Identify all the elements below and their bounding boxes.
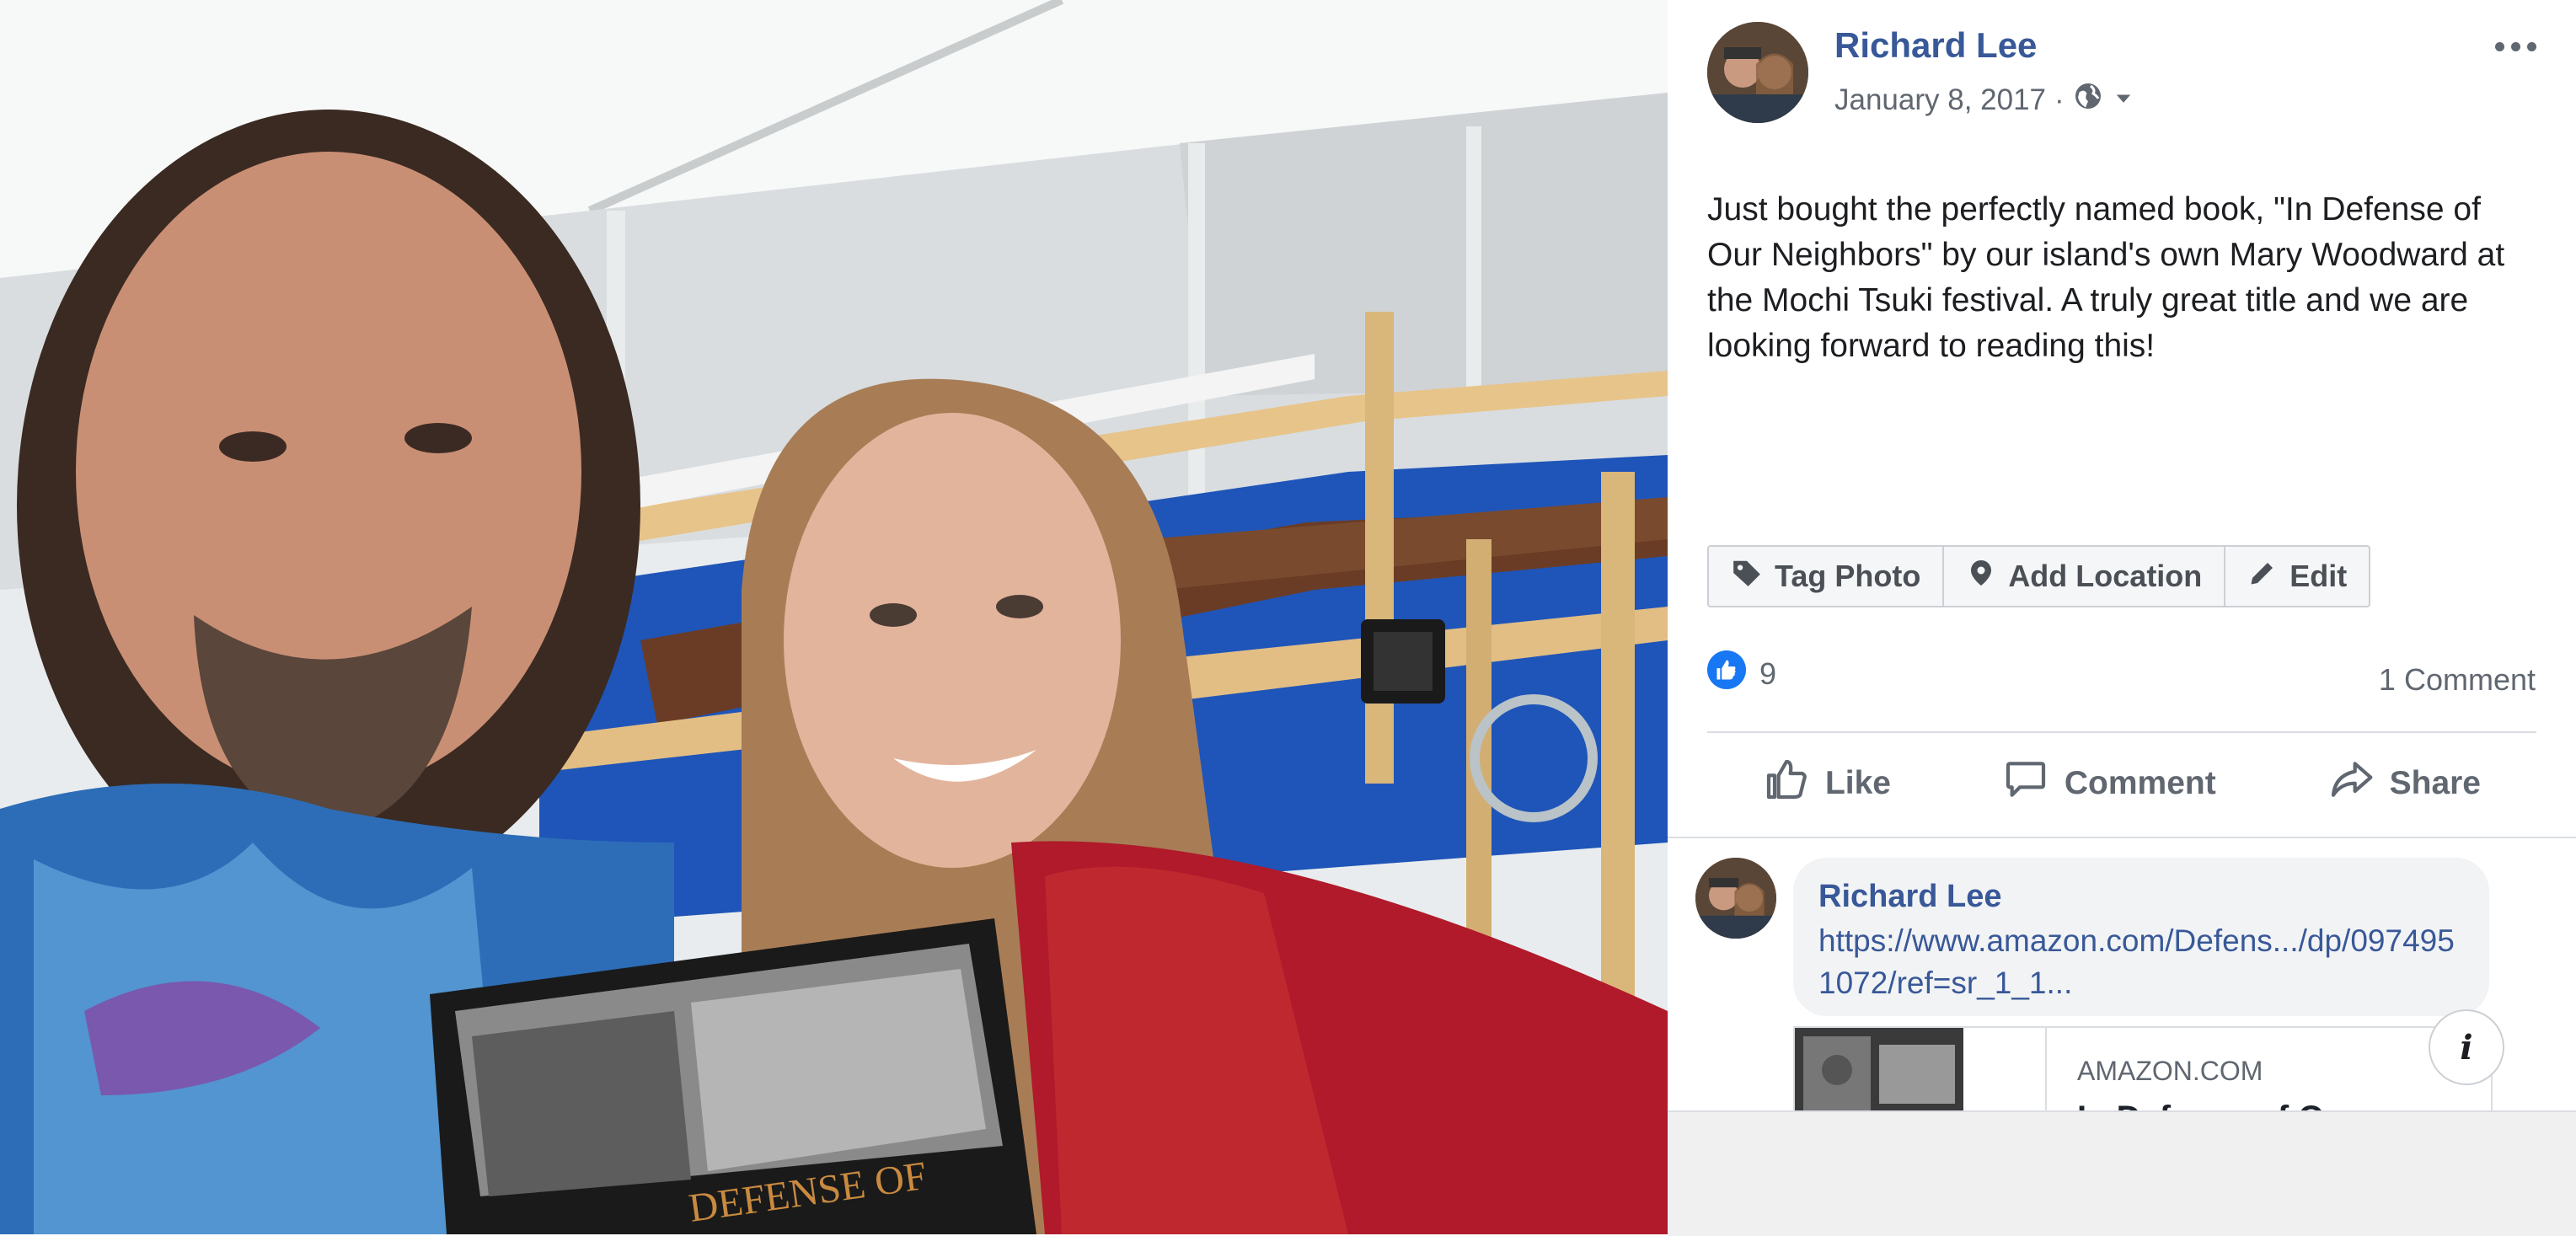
- photo-action-bar: Tag Photo Add Location Edit: [1707, 545, 2371, 607]
- divider: [1668, 837, 2576, 838]
- like-button[interactable]: Like: [1763, 756, 1891, 811]
- commenter-avatar[interactable]: [1695, 858, 1776, 939]
- share-button[interactable]: Share: [2327, 756, 2481, 811]
- reaction-summary[interactable]: 9: [1707, 650, 1776, 697]
- dot-icon: [2510, 41, 2520, 51]
- post-photo[interactable]: DEFENSE OF: [0, 0, 1668, 1234]
- comment-bubble-icon: [2002, 756, 2049, 811]
- share-label: Share: [2389, 765, 2482, 801]
- add-location-label: Add Location: [2008, 559, 2203, 593]
- comment-button[interactable]: Comment: [2002, 756, 2216, 811]
- like-reaction-icon: [1707, 650, 1746, 697]
- tag-photo-label: Tag Photo: [1775, 559, 1921, 593]
- dot-icon: [2494, 41, 2504, 51]
- card-divider: [2045, 1028, 2047, 1114]
- globe-icon[interactable]: [2073, 81, 2103, 119]
- info-icon[interactable]: i: [2429, 1009, 2504, 1085]
- chevron-down-icon[interactable]: [2112, 83, 2135, 117]
- edit-label: Edit: [2289, 559, 2348, 593]
- share-arrow-icon: [2327, 756, 2375, 811]
- commenter-name[interactable]: Richard Lee: [1818, 879, 2002, 915]
- like-count: 9: [1759, 655, 1777, 691]
- post-date[interactable]: January 8, 2017: [1834, 83, 2046, 117]
- location-pin-icon: [1966, 558, 1996, 596]
- meta-separator: ·: [2054, 83, 2065, 116]
- photo-scene: DEFENSE OF: [0, 0, 1668, 1234]
- pencil-icon: [2247, 558, 2278, 596]
- comment-count[interactable]: 1 Comment: [2379, 662, 2536, 698]
- comment-input-area: [1668, 1110, 2576, 1236]
- divider: [1707, 731, 2536, 733]
- like-label: Like: [1824, 765, 1891, 801]
- link-preview-thumbnail: [1795, 1028, 1963, 1114]
- tag-icon: [1731, 557, 1763, 597]
- post-action-row: Like Comment Share: [1707, 741, 2536, 826]
- dot-icon: [2526, 41, 2536, 51]
- more-options-button[interactable]: [2486, 25, 2545, 67]
- tag-photo-button[interactable]: Tag Photo: [1709, 547, 1945, 606]
- comment-label: Comment: [2064, 765, 2216, 801]
- post-meta: January 8, 2017 ·: [1834, 81, 2135, 119]
- comment-link[interactable]: https://www.amazon.com/Defens.../dp/0974…: [1818, 920, 2459, 1004]
- thumbs-up-icon: [1763, 756, 1810, 811]
- post-text: Just bought the perfectly named book, "I…: [1707, 191, 2505, 364]
- edit-button[interactable]: Edit: [2225, 547, 2369, 606]
- poster-avatar[interactable]: [1707, 22, 1808, 123]
- add-location-button[interactable]: Add Location: [1944, 547, 2226, 606]
- link-preview-domain: AMAZON.COM: [2077, 1056, 2263, 1086]
- poster-name[interactable]: Richard Lee: [1834, 25, 2037, 66]
